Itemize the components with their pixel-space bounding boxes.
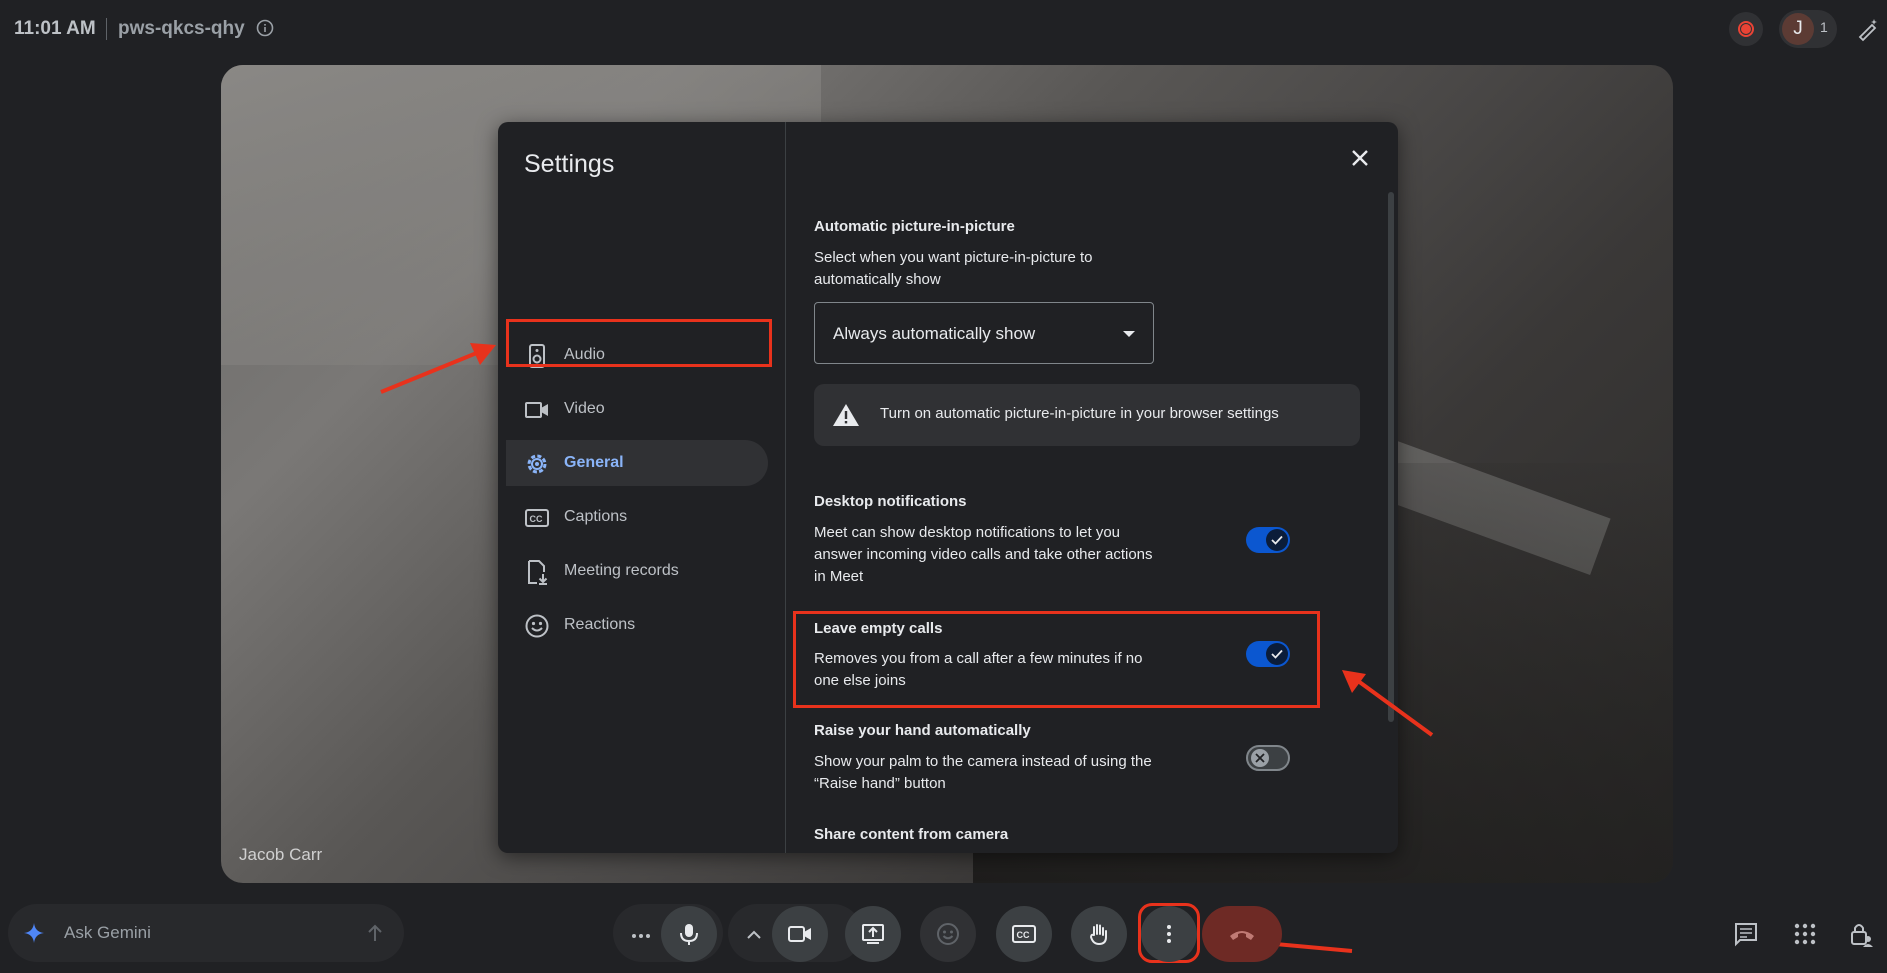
microphone-icon [680, 924, 698, 945]
share-camera-title: Share content from camera [814, 826, 1009, 843]
avatar: J [1782, 13, 1814, 45]
settings-sidebar: Settings Audio Video General CC Captions… [498, 122, 786, 853]
nav-item-label: Meeting records [564, 562, 679, 579]
file-download-icon [528, 560, 548, 585]
nav-item-label: General [564, 454, 624, 471]
pip-description: Select when you want picture-in-picture … [814, 249, 1093, 288]
raise-hand-button[interactable] [1071, 906, 1127, 962]
chevron-down-icon [1123, 331, 1135, 337]
ask-gemini-input[interactable]: Ask Gemini [8, 904, 404, 962]
leave-call-button[interactable] [1202, 906, 1282, 962]
divider [106, 18, 107, 40]
desktop-notifications-toggle[interactable] [1246, 527, 1290, 553]
desktop-notifications-description: Meet can show desktop notifications to l… [814, 524, 1153, 585]
host-controls-icon[interactable] [1855, 16, 1881, 42]
more-options-button[interactable] [1141, 906, 1197, 962]
more-vertical-icon [1167, 925, 1171, 943]
participant-count: 1 [1820, 19, 1828, 35]
settings-content: Automatic picture-in-picture Select when… [814, 122, 1374, 853]
pip-title: Automatic picture-in-picture [814, 218, 1015, 235]
gear-icon [527, 454, 547, 474]
video-camera-icon [788, 926, 811, 942]
hand-icon [1089, 924, 1107, 946]
chat-icon[interactable] [1733, 921, 1759, 947]
reactions-button[interactable] [920, 906, 976, 962]
pip-warning-text: Turn on automatic picture-in-picture in … [880, 405, 1279, 422]
captions-icon: CC [525, 509, 549, 527]
highlight-general [506, 319, 772, 367]
settings-dialog: Settings Audio Video General CC Captions… [498, 122, 1398, 853]
nav-item-general[interactable]: General [506, 440, 768, 486]
top-bar: 11:01 AM pws-qkcs-qhy J 1 [0, 0, 1887, 58]
clock-time: 11:01 AM [14, 18, 96, 39]
microphone-button[interactable] [661, 906, 717, 962]
smiley-icon [525, 614, 549, 638]
phone-hangup-icon [1230, 931, 1254, 940]
nav-item-meeting-records[interactable]: Meeting records [506, 548, 768, 594]
meeting-code: pws-qkcs-qhy [118, 18, 245, 39]
nav-item-captions[interactable]: CC Captions [506, 494, 768, 540]
settings-title: Settings [524, 150, 615, 178]
info-icon[interactable] [256, 19, 274, 37]
camera-button[interactable] [772, 906, 828, 962]
nav-item-label: Reactions [564, 616, 636, 633]
gemini-sparkle-icon [24, 923, 44, 943]
recording-dot [1741, 24, 1751, 34]
raise-hand-description: Show your palm to the camera instead of … [814, 753, 1152, 792]
toggle-knob [1266, 529, 1288, 551]
warning-icon [833, 404, 859, 426]
check-icon [1271, 535, 1283, 545]
chevron-up-icon[interactable] [744, 925, 764, 945]
more-horizontal-icon[interactable] [630, 925, 652, 947]
captions-button[interactable]: CC [996, 906, 1052, 962]
apps-grid-icon[interactable] [1792, 921, 1818, 947]
desktop-notifications-title: Desktop notifications [814, 493, 967, 510]
svg-text:CC: CC [530, 514, 543, 524]
nav-item-label: Captions [564, 508, 628, 525]
highlight-leave-empty-calls [793, 611, 1320, 708]
arrow-up-icon[interactable] [364, 922, 386, 944]
present-screen-icon [862, 924, 884, 944]
scrollbar[interactable] [1388, 192, 1394, 722]
video-camera-icon [525, 402, 548, 418]
smiley-icon [937, 923, 959, 945]
captions-icon: CC [1012, 925, 1036, 943]
raise-hand-title: Raise your hand automatically [814, 722, 1031, 739]
x-icon [1255, 753, 1265, 763]
participant-name: Jacob Carr [239, 845, 323, 864]
lock-person-icon[interactable] [1848, 921, 1874, 947]
raise-hand-toggle[interactable] [1246, 745, 1290, 771]
ask-gemini-label: Ask Gemini [64, 923, 151, 942]
present-screen-button[interactable] [845, 906, 901, 962]
svg-text:CC: CC [1017, 930, 1030, 940]
nav-item-reactions[interactable]: Reactions [506, 602, 768, 648]
nav-item-video[interactable]: Video [506, 386, 768, 432]
pip-select[interactable]: Always automatically show [814, 302, 1154, 364]
pip-select-value: Always automatically show [833, 324, 1036, 343]
nav-item-label: Video [564, 400, 605, 417]
toggle-knob [1251, 749, 1269, 767]
pip-warning-banner: Turn on automatic picture-in-picture in … [814, 384, 1360, 446]
